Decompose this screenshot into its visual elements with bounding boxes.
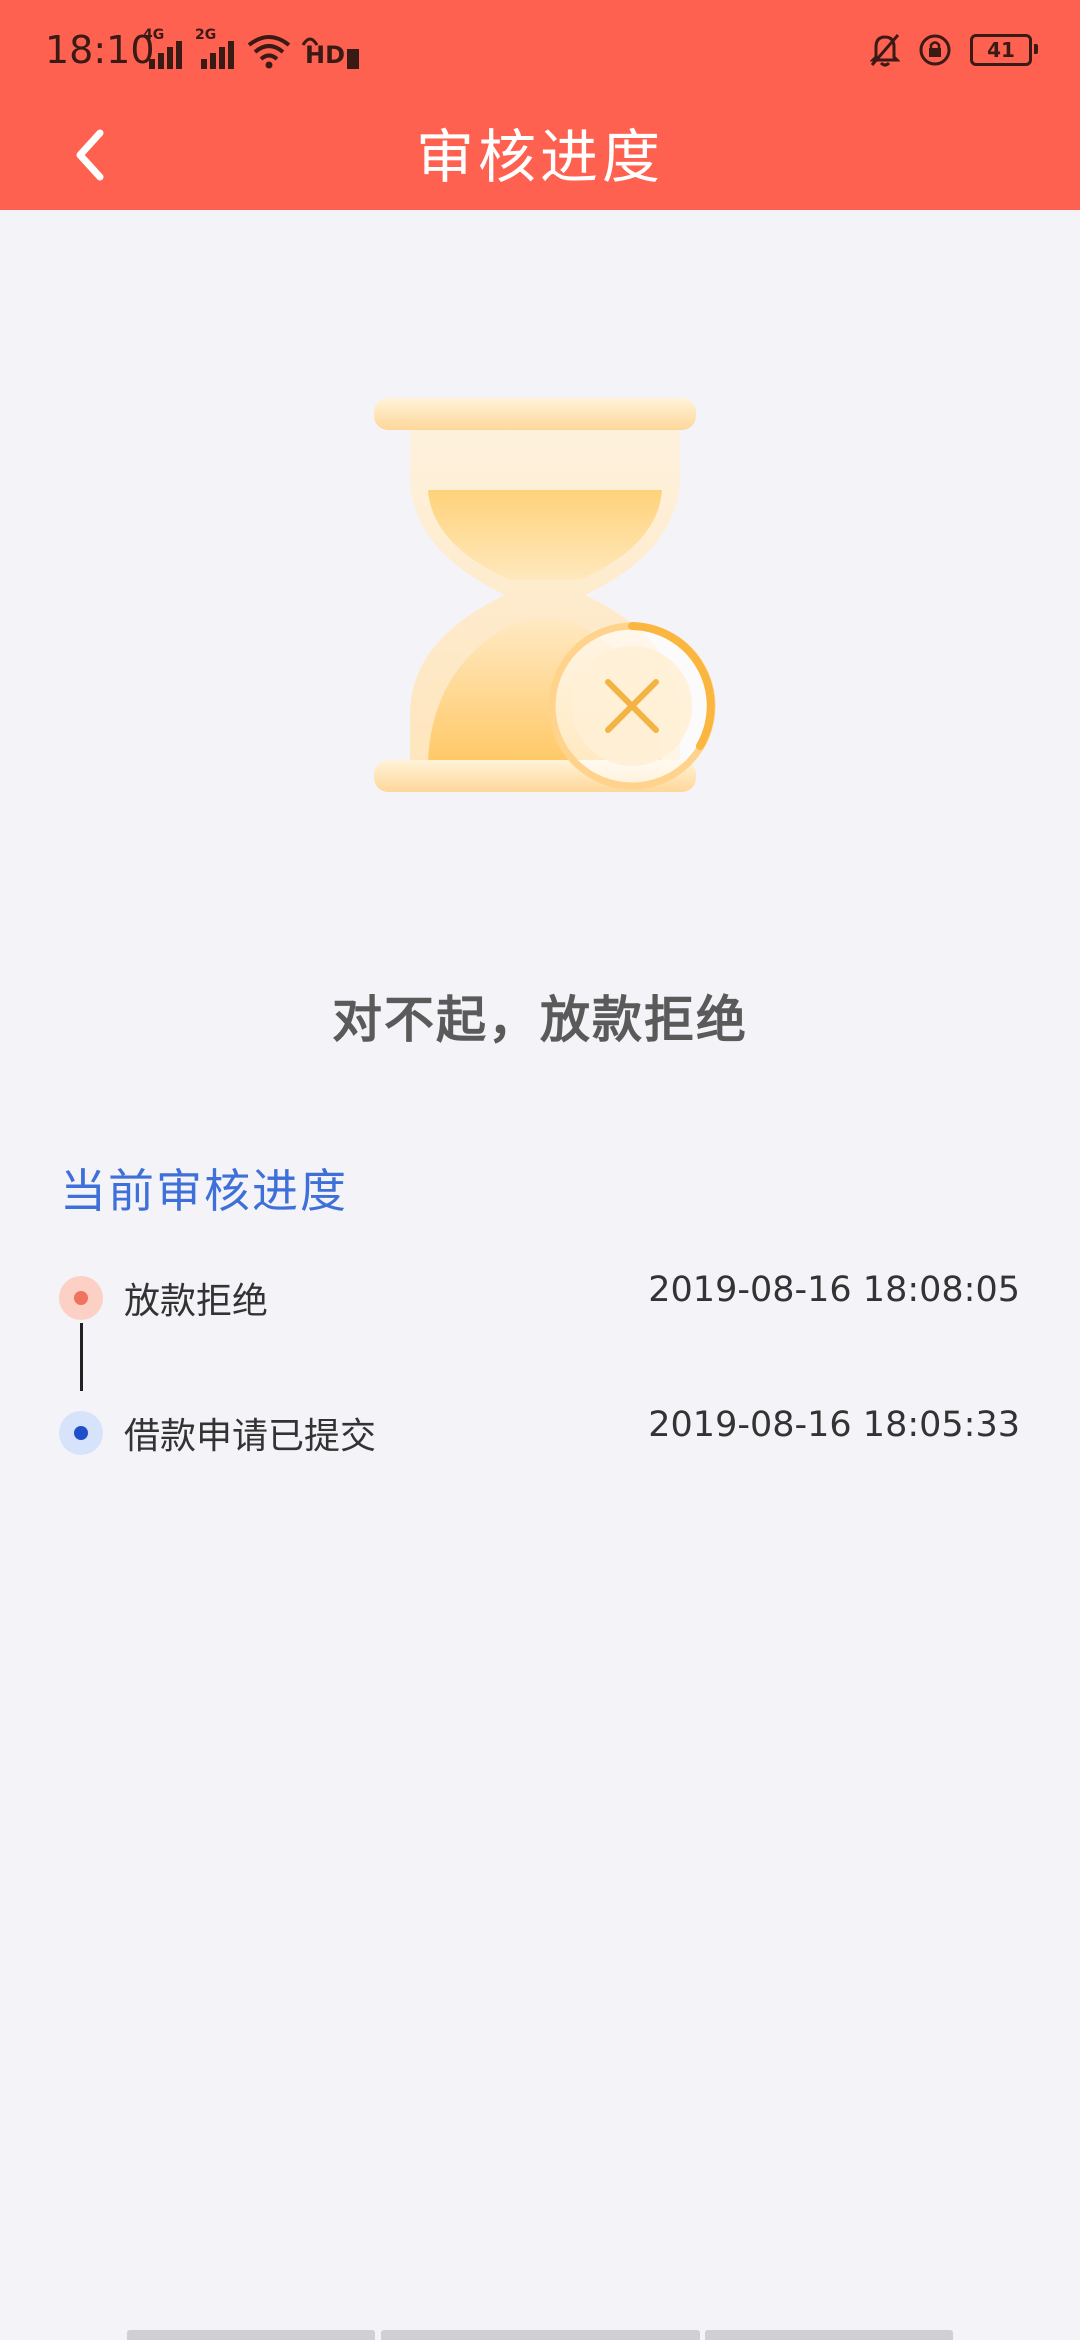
page-title: 审核进度 bbox=[415, 123, 664, 191]
nav-gesture-bar-center bbox=[381, 2330, 700, 2340]
nav-gesture-bar-left bbox=[127, 2330, 375, 2340]
timeline-item-label: 借款申请已提交 bbox=[124, 1416, 377, 1457]
header-bar: 18:10 4G 2G HD 41 审核进度 bbox=[0, 0, 1080, 210]
signal-2g-icon: 2G bbox=[195, 27, 235, 69]
signal-4g-label: 4G bbox=[143, 27, 165, 43]
signal-4g-icon: 4G bbox=[143, 27, 183, 69]
timeline-item-label: 放款拒绝 bbox=[124, 1281, 269, 1322]
status-dot-submitted-icon bbox=[59, 1411, 103, 1455]
bell-muted-icon bbox=[870, 34, 900, 67]
status-icons-left: 4G 2G HD bbox=[143, 27, 360, 69]
nav-bar: 审核进度 bbox=[0, 100, 1080, 210]
timeline-item-submitted: 借款申请已提交 2019-08-16 18:05:33 bbox=[0, 1403, 1080, 1463]
progress-section-title: 当前审核进度 bbox=[60, 1164, 348, 1218]
rotation-lock-icon bbox=[919, 34, 951, 66]
status-dot-rejected-icon bbox=[59, 1276, 103, 1320]
timeline-item-time: 2019-08-16 18:08:05 bbox=[648, 1270, 1020, 1310]
progress-timeline: 放款拒绝 2019-08-16 18:08:05 借款申请已提交 2019-08… bbox=[0, 1250, 1080, 1470]
signal-2g-label: 2G bbox=[195, 27, 217, 43]
nav-gesture-bar-right bbox=[705, 2330, 953, 2340]
status-time: 18:10 bbox=[45, 28, 155, 72]
hd-label: HD bbox=[305, 41, 346, 69]
result-message: 对不起，放款拒绝 bbox=[332, 991, 748, 1049]
status-bar: 18:10 4G 2G HD 41 bbox=[0, 0, 1080, 110]
timeline-connector bbox=[80, 1323, 83, 1391]
status-icons-right: 41 bbox=[870, 33, 1038, 67]
timeline-item-time: 2019-08-16 18:05:33 bbox=[648, 1405, 1020, 1445]
hd-volte-icon: HD bbox=[301, 33, 360, 69]
battery-icon: 41 bbox=[970, 34, 1038, 66]
hourglass-reject-icon bbox=[360, 380, 740, 820]
wifi-icon bbox=[247, 35, 291, 69]
timeline-item-rejected: 放款拒绝 2019-08-16 18:08:05 bbox=[0, 1268, 1080, 1328]
